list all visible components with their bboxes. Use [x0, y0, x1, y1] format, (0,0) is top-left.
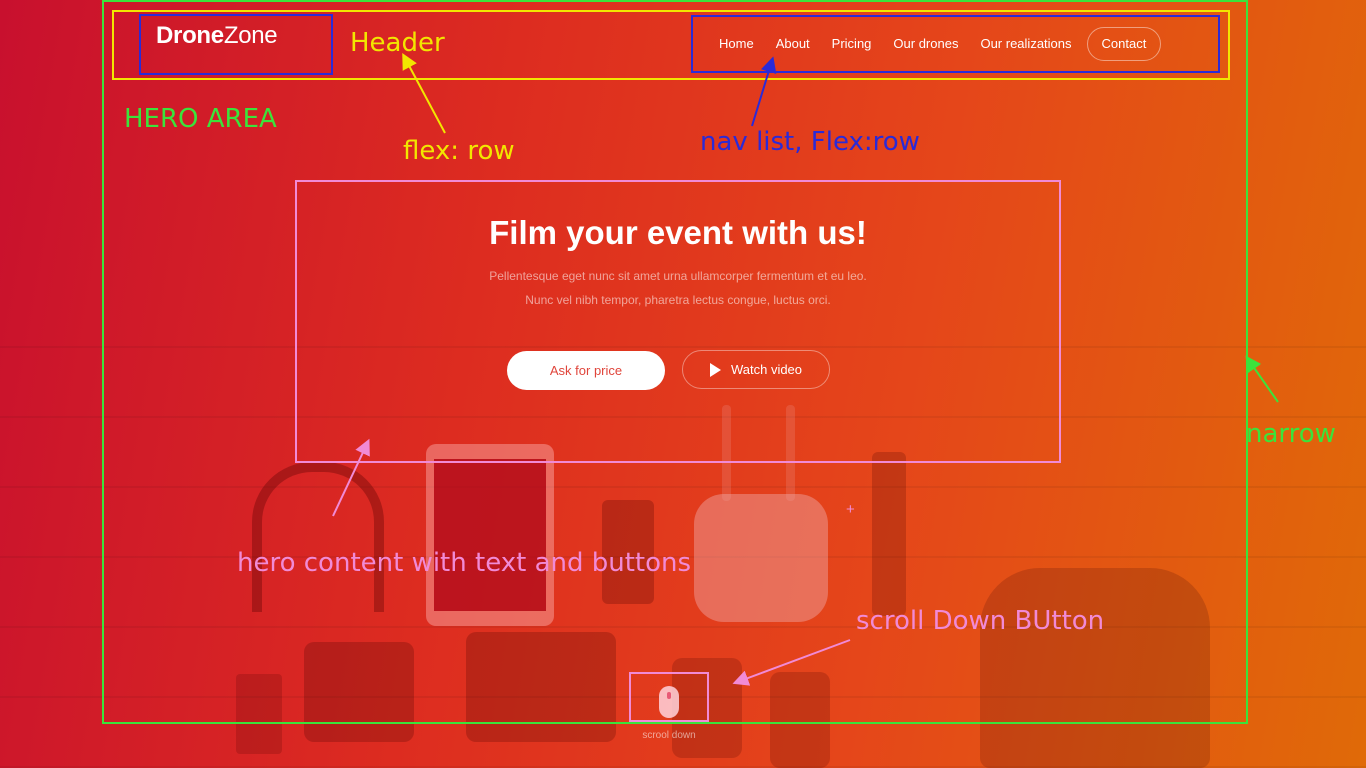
- arrow-flex-row: [402, 52, 446, 134]
- arrow-narrow: [1245, 355, 1279, 403]
- arrow-scroll-button: [732, 639, 851, 686]
- annotation-arrows: [332, 52, 1279, 686]
- arrow-nav-list: [751, 56, 777, 127]
- arrow-hero-content: [332, 438, 370, 517]
